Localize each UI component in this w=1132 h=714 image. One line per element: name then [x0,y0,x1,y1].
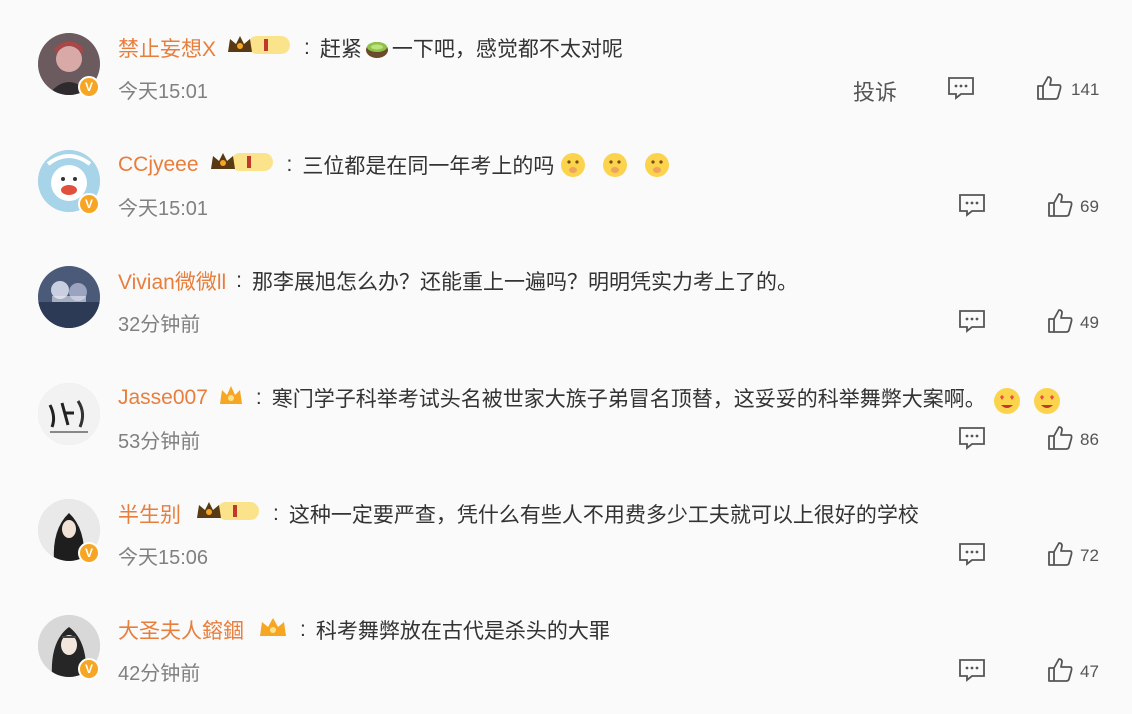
comment-text: 三位都是在同一年考上的吗 [302,155,555,178]
comment-icon[interactable] [947,76,975,100]
separator-colon: : [255,386,262,409]
separator-colon: : [286,153,293,176]
comment-line: 半生别 : 这种一定要严查，凭什么有些人不用费多少工夫就可以上很好的学校 [118,498,919,530]
like-count: 72 [1080,546,1099,565]
like-count: 141 [1071,80,1100,99]
crown-icon [258,614,288,646]
matcha-emoji-icon [364,35,390,61]
comment-icon[interactable] [958,426,986,450]
shush-emoji-icon [560,152,586,178]
timestamp: 32分钟前 [118,314,201,336]
comment-icon[interactable] [958,309,986,333]
username-link[interactable]: 半生别 [118,499,181,529]
heart-eyes-emoji-icon [992,385,1020,414]
timestamp: 今天15:01 [118,198,209,220]
comment-item: V 禁止妄想X : 赶紧 一下吧，感觉都不太对呢 今天15:01 投诉 141 [0,0,1132,116]
comment-line: Vivian微微ll : 那李展旭怎么办？还能重上一遍吗？明明凭实力考上了的。 [118,265,798,297]
thumbs-up-icon[interactable] [1046,424,1074,452]
username-link[interactable]: Vivian微微ll [118,266,226,296]
comment-text: 那李展旭怎么办？还能重上一遍吗？明明凭实力考上了的。 [252,271,798,294]
verified-v-icon: V [78,76,100,98]
comment-list: V 禁止妄想X : 赶紧 一下吧，感觉都不太对呢 今天15:01 投诉 141 … [0,0,1132,714]
timestamp: 今天15:06 [118,547,209,569]
thumbs-up-icon[interactable] [1046,656,1074,684]
heart-eyes-emoji-icon [1032,385,1060,414]
comment-line: CCjyeee : 三位都是在同一年考上的吗 [118,149,672,181]
like-count: 86 [1080,430,1099,449]
avatar[interactable] [38,383,100,445]
comment-text: 一下吧，感觉都不太对呢 [391,38,623,61]
comment-item: V CCjyeee : 三位都是在同一年考上的吗 今天15:01 69 [0,117,1132,233]
username-link[interactable]: 禁止妄想X [118,33,216,63]
thumbs-up-icon[interactable] [1046,307,1074,335]
verified-v-icon: V [78,193,100,215]
separator-colon: : [300,618,306,641]
username-link[interactable]: Jasse007 [118,386,208,410]
avatar[interactable] [38,266,100,328]
like-count: 69 [1080,197,1099,216]
comment-icon[interactable] [958,542,986,566]
username-link[interactable]: CCjyeee [118,153,199,177]
like-count: 47 [1080,662,1099,681]
comment-item: V 半生别 : 这种一定要严查，凭什么有些人不用费多少工夫就可以上很好的学校 今… [0,466,1132,582]
thumbs-up-icon[interactable] [1046,540,1074,568]
username-link[interactable]: 大圣夫人鎔錮 [118,615,244,645]
separator-colon: : [304,36,310,59]
comment-item: Jasse007 : 寒门学子科举考试头名被世家大族子弟冒名顶替，这妥妥的科举舞… [0,350,1132,466]
comment-line: Jasse007 : 寒门学子科举考试头名被世家大族子弟冒名顶替，这妥妥的科举舞… [118,382,1060,414]
comment-icon[interactable] [958,658,986,682]
crown-level-badge-icon [226,32,292,64]
crown-level-badge-icon [209,149,275,181]
like-count: 49 [1080,313,1099,332]
verified-v-icon: V [78,542,100,564]
comment-line: 禁止妄想X : 赶紧 一下吧，感觉都不太对呢 [118,32,623,64]
crown-level-badge-icon [195,498,261,530]
comment-icon[interactable] [958,193,986,217]
shush-emoji-icon [644,152,670,178]
report-button[interactable]: 投诉 [853,75,897,107]
timestamp: 今天15:01 [118,81,209,103]
comment-text: 科考舞弊放在古代是杀头的大罪 [315,620,610,643]
comment-item: Vivian微微ll : 那李展旭怎么办？还能重上一遍吗？明明凭实力考上了的。 … [0,233,1132,349]
thumbs-up-icon[interactable] [1035,74,1063,102]
shush-emoji-icon [602,152,628,178]
comment-text: 赶紧 [319,38,362,61]
separator-colon: : [273,502,279,525]
thumbs-up-icon[interactable] [1046,191,1074,219]
crown-icon [218,382,244,414]
comment-line: 大圣夫人鎔錮 : 科考舞弊放在古代是杀头的大罪 [118,614,610,646]
comment-text: 这种一定要严查，凭什么有些人不用费多少工夫就可以上很好的学校 [288,504,919,527]
timestamp: 42分钟前 [118,663,201,685]
verified-v-icon: V [78,658,100,680]
comment-item: V 大圣夫人鎔錮 : 科考舞弊放在古代是杀头的大罪 42分钟前 47 [0,582,1132,698]
separator-colon: : [236,269,242,292]
comment-text: 寒门学子科举考试头名被世家大族子弟冒名顶替，这妥妥的科举舞弊大案啊。 [271,388,986,411]
timestamp: 53分钟前 [118,431,201,453]
